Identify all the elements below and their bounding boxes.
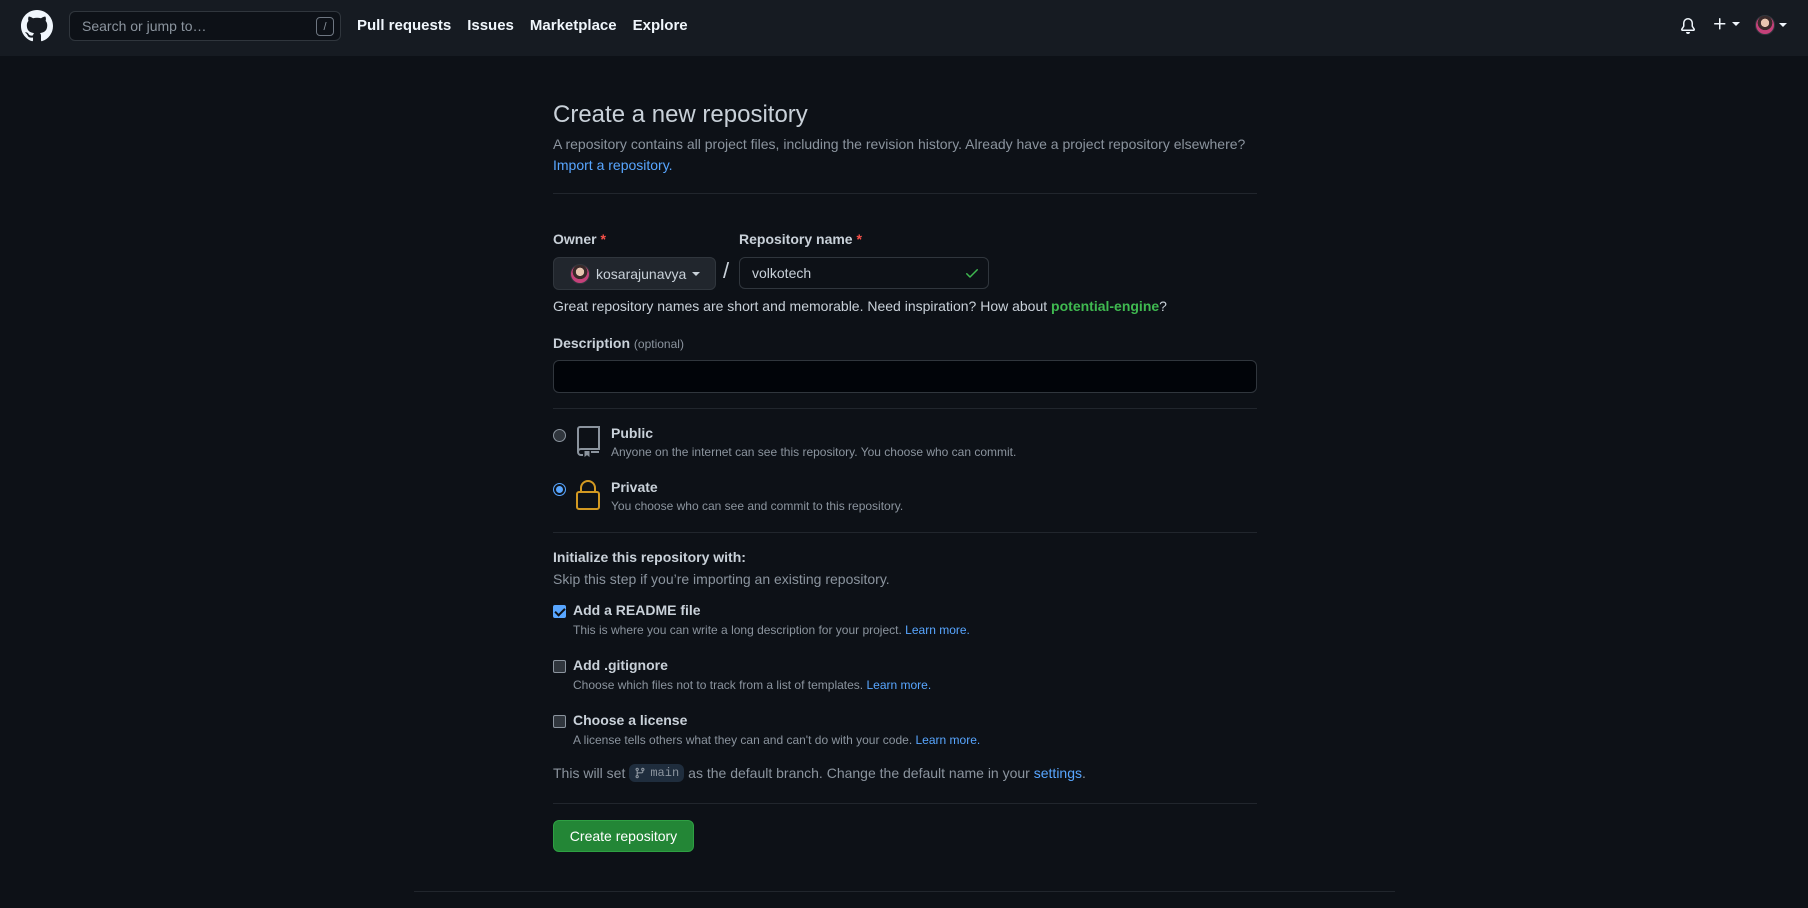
- footer-divider: [414, 891, 1395, 892]
- gitignore-checkbox[interactable]: [553, 660, 566, 673]
- top-navbar: / Pull requests Issues Marketplace Explo…: [0, 0, 1808, 56]
- owner-label-text: Owner: [553, 231, 597, 247]
- import-repository-link[interactable]: Import a repository.: [553, 157, 673, 173]
- settings-link[interactable]: settings: [1034, 765, 1082, 781]
- public-text: Public Anyone on the internet can see th…: [611, 425, 1016, 459]
- private-text: Private You choose who can see and commi…: [611, 479, 903, 513]
- owner-value: kosarajunavya: [596, 265, 687, 282]
- search-input[interactable]: [82, 18, 302, 34]
- default-branch-note: This will set main as the default branch…: [553, 764, 1086, 782]
- optional-tag: (optional): [633, 337, 684, 351]
- user-menu[interactable]: [1755, 15, 1787, 35]
- branch-name: main: [650, 766, 680, 780]
- owner-avatar: [570, 263, 590, 284]
- repo-name-label-text: Repository name: [739, 231, 853, 247]
- branch-prefix: This will set: [553, 765, 626, 781]
- gitignore-title[interactable]: Add .gitignore: [573, 657, 668, 673]
- repo-name-input[interactable]: [739, 257, 989, 289]
- owner-dropdown[interactable]: kosarajunavya: [553, 257, 716, 290]
- page-subtitle: A repository contains all project files,…: [553, 134, 1273, 176]
- avatar: [1755, 15, 1775, 35]
- git-branch-icon: [635, 767, 645, 779]
- search-shortcut-key: /: [316, 17, 334, 36]
- hint-text: Great repository names are short and mem…: [553, 298, 1052, 314]
- public-title: Public: [611, 425, 654, 441]
- nav-pull-requests[interactable]: Pull requests: [357, 17, 451, 34]
- branch-suffix: .: [1082, 765, 1086, 781]
- gitignore-description: Choose which files not to track from a l…: [573, 678, 931, 692]
- nav-marketplace[interactable]: Marketplace: [530, 17, 617, 34]
- divider: [553, 803, 1257, 804]
- branch-name-badge: main: [629, 764, 685, 782]
- readme-description: This is where you can write a long descr…: [573, 623, 970, 637]
- divider: [553, 532, 1257, 533]
- license-description: A license tells others what they can and…: [573, 733, 980, 747]
- chevron-down-icon: [1779, 23, 1787, 27]
- visibility-private-option[interactable]: Private You choose who can see and commi…: [553, 479, 903, 513]
- subtitle-text: A repository contains all project files,…: [553, 136, 1246, 152]
- gitignore-learn-more-link[interactable]: Learn more.: [866, 678, 931, 692]
- init-title: Initialize this repository with:: [553, 549, 746, 565]
- repo-name-label: Repository name *: [739, 231, 862, 247]
- description-label-text: Description: [553, 335, 631, 351]
- license-checkbox[interactable]: [553, 715, 566, 728]
- repo-name-hint: Great repository names are short and mem…: [553, 298, 1167, 314]
- name-suggestion-link[interactable]: potential-engine: [1051, 298, 1159, 314]
- bell-icon[interactable]: [1680, 17, 1696, 35]
- nav-issues[interactable]: Issues: [467, 17, 514, 34]
- divider: [553, 408, 1257, 409]
- main-nav: Pull requests Issues Marketplace Explore: [357, 17, 688, 34]
- public-description: Anyone on the internet can see this repo…: [611, 445, 1017, 459]
- plus-icon: [1714, 18, 1726, 30]
- repo-icon: [576, 426, 600, 457]
- description-input[interactable]: [553, 360, 1257, 393]
- public-radio[interactable]: [553, 429, 566, 442]
- page-title: Create a new repository: [553, 101, 808, 128]
- license-learn-more-link[interactable]: Learn more.: [916, 733, 981, 747]
- chevron-down-icon: [1732, 22, 1740, 26]
- readme-checkbox[interactable]: [553, 605, 566, 618]
- readme-description-text: This is where you can write a long descr…: [573, 623, 902, 637]
- required-mark: *: [856, 231, 862, 247]
- divider: [553, 193, 1257, 194]
- required-mark: *: [600, 231, 606, 247]
- license-title[interactable]: Choose a license: [573, 712, 687, 728]
- license-description-text: A license tells others what they can and…: [573, 733, 913, 747]
- readme-learn-more-link[interactable]: Learn more.: [905, 623, 970, 637]
- private-radio[interactable]: [553, 483, 566, 496]
- chevron-down-icon: [692, 271, 701, 276]
- create-new-menu[interactable]: [1712, 16, 1740, 32]
- check-icon: [966, 269, 978, 278]
- lock-icon: [576, 480, 600, 510]
- description-label: Description (optional): [553, 335, 684, 351]
- gitignore-description-text: Choose which files not to track from a l…: [573, 678, 864, 692]
- search-box[interactable]: /: [69, 11, 341, 41]
- nav-explore[interactable]: Explore: [633, 17, 688, 34]
- hint-suffix: ?: [1159, 298, 1167, 314]
- branch-middle-text: as the default branch. Change the defaul…: [688, 765, 1030, 781]
- private-title: Private: [611, 479, 658, 495]
- readme-title[interactable]: Add a README file: [573, 602, 701, 618]
- owner-label: Owner *: [553, 231, 606, 247]
- init-subtitle: Skip this step if you’re importing an ex…: [553, 571, 890, 587]
- visibility-public-option[interactable]: Public Anyone on the internet can see th…: [553, 425, 1016, 459]
- create-repository-button[interactable]: Create repository: [553, 820, 694, 852]
- private-description: You choose who can see and commit to thi…: [611, 499, 904, 513]
- github-logo-icon[interactable]: [21, 10, 53, 42]
- owner-repo-separator: /: [723, 258, 730, 283]
